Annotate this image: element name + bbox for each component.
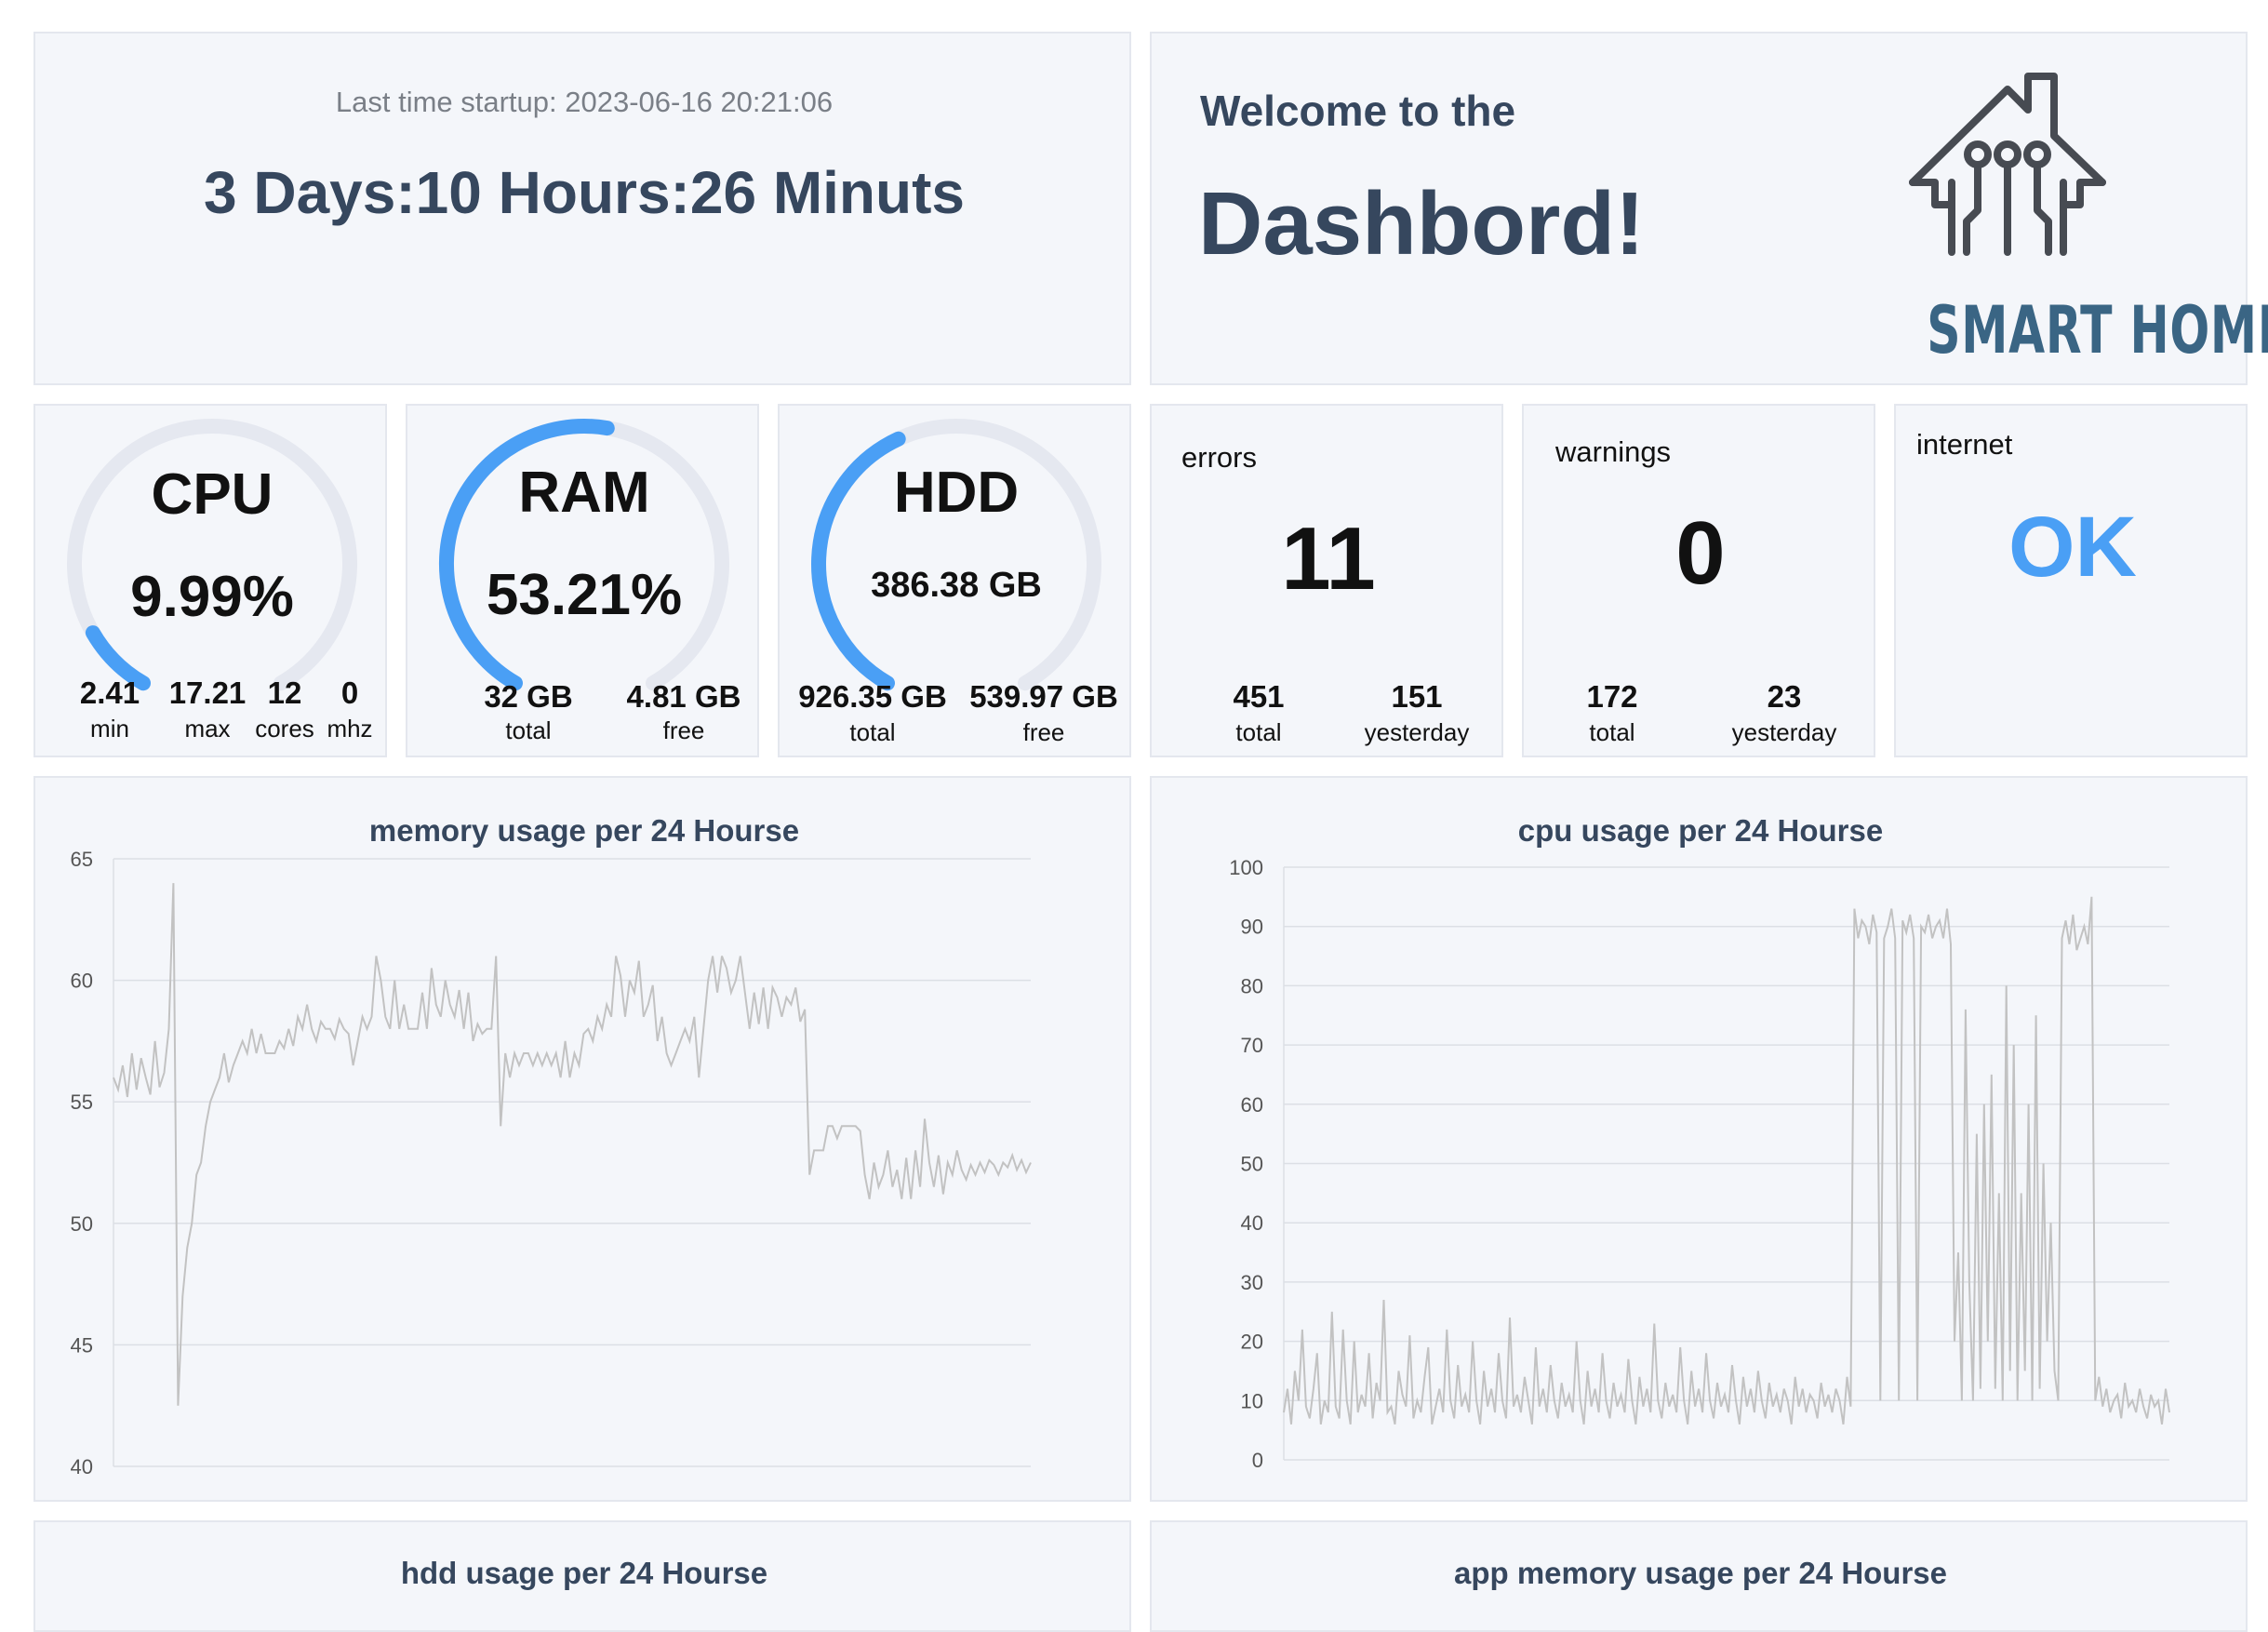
cpu-min-label: min xyxy=(90,715,129,742)
errors-count: 11 xyxy=(1281,509,1376,609)
memory-chart-y-tick-label: 65 xyxy=(71,848,93,871)
hdd-chart-title: hdd usage per 24 Hourse xyxy=(400,1556,768,1590)
startup-label: Last time startup: 2023-06-16 20:21:06 xyxy=(335,86,834,118)
warnings-card: warnings 0 172 total 23 yesterday xyxy=(1522,404,1875,757)
cpu-max-label: max xyxy=(184,715,231,742)
warnings-yesterday-value: 23 xyxy=(1767,679,1802,714)
memory-chart-y-tick-label: 40 xyxy=(71,1455,93,1478)
warnings-total-value: 172 xyxy=(1586,679,1638,714)
errors-total-value: 451 xyxy=(1233,679,1285,714)
internet-status: OK xyxy=(2008,500,2137,595)
cpu-max-value: 17.21 xyxy=(168,676,247,710)
cpu-chart-y-tick-label: 10 xyxy=(1241,1389,1263,1412)
hdd-value: 386.38 GB xyxy=(871,566,1042,605)
internet-label: internet xyxy=(1916,428,2013,461)
ram-free-label: free xyxy=(662,716,705,744)
ram-card: RAM 53.21% 32 GB total 4.81 GB free xyxy=(406,404,759,757)
smart-home-logo: SMART HOME xyxy=(1877,71,2268,378)
errors-yesterday-value: 151 xyxy=(1391,679,1443,714)
ram-total-label: total xyxy=(505,716,552,744)
uptime-card: Last time startup: 2023-06-16 20:21:06 3… xyxy=(33,32,1131,385)
errors-yesterday-label: yesterday xyxy=(1364,718,1470,746)
cpu-chart-y-tick-label: 40 xyxy=(1241,1211,1263,1235)
hdd-free-label: free xyxy=(1022,718,1065,746)
app-memory-chart-title: app memory usage per 24 Hourse xyxy=(1453,1556,1948,1590)
hdd-chart-card: hdd usage per 24 Hourse xyxy=(33,1520,1131,1632)
cpu-chart-y-tick-label: 50 xyxy=(1241,1153,1263,1176)
cpu-chart-y-tick-label: 0 xyxy=(1252,1449,1263,1472)
cpu-cores-value: 12 xyxy=(267,676,302,710)
memory-chart-y-tick-label: 55 xyxy=(71,1090,93,1114)
hdd-free-value: 539.97 GB xyxy=(969,679,1118,714)
cpu-chart: 1009080706050403020100 xyxy=(1229,856,2170,1472)
warnings-label: warnings xyxy=(1555,435,1672,468)
welcome-card: Welcome to the Dashbord! SMART HOME xyxy=(1150,32,2268,385)
cpu-card: CPU 9.99% 2.41 min 17.21 max 12 cores 0 … xyxy=(33,404,387,757)
memory-chart-y-tick-label: 60 xyxy=(71,970,93,993)
hdd-title: HDD xyxy=(893,461,1020,525)
cpu-chart-y-tick-label: 70 xyxy=(1241,1034,1263,1057)
errors-card: errors 11 451 total 151 yesterday xyxy=(1150,404,1503,757)
cpu-chart-y-tick-label: 60 xyxy=(1241,1093,1263,1117)
memory-chart-y-tick-label: 50 xyxy=(71,1212,93,1236)
memory-chart-card: memory usage per 24 Hourse 65 60 55 50 45 40 xyxy=(33,776,1131,1502)
ram-value: 53.21% xyxy=(486,563,683,627)
cpu-chart-card: cpu usage per 24 Hourse 100 90 80 70 60 50 40 3… xyxy=(1150,776,2248,1502)
warnings-total-label: total xyxy=(1589,718,1635,746)
warnings-yesterday-label: yesterday xyxy=(1731,718,1837,746)
cpu-min-value: 2.41 xyxy=(79,676,140,710)
ram-free-value: 4.81 GB xyxy=(626,679,741,714)
welcome-line1: Welcome to the xyxy=(1200,87,1516,135)
warnings-count: 0 xyxy=(1675,503,1726,603)
cpu-value: 9.99% xyxy=(130,565,294,629)
cpu-mhz-label: mhz xyxy=(327,715,373,742)
ram-title: RAM xyxy=(518,461,650,525)
smart-home-text: SMART HOME xyxy=(1927,292,2268,368)
hdd-card: HDD 386.38 GB 926.35 GB total 539.97 GB … xyxy=(778,404,1131,757)
uptime-duration: 3 Days:10 Hours:26 Minuts xyxy=(203,159,966,226)
errors-total-label: total xyxy=(1235,718,1282,746)
cpu-chart-y-tick-label: 30 xyxy=(1241,1271,1263,1294)
cpu-chart-y-tick-label: 100 xyxy=(1229,856,1263,879)
memory-chart-y-tick-label: 45 xyxy=(71,1333,93,1357)
memory-chart-series-line xyxy=(113,883,1032,1406)
internet-card: internet OK xyxy=(1894,404,2248,757)
cpu-chart-y-tick-label: 90 xyxy=(1241,916,1263,939)
cpu-chart-series-line xyxy=(1283,896,2170,1425)
cpu-chart-y-tick-label: 80 xyxy=(1241,974,1263,997)
ram-total-value: 32 GB xyxy=(484,679,573,714)
app-memory-chart-card: app memory usage per 24 Hourse xyxy=(1150,1520,2248,1632)
house-icon xyxy=(1909,73,2106,256)
errors-label: errors xyxy=(1181,441,1257,474)
memory-chart: 65 60 55 50 45 40 xyxy=(71,848,1032,1478)
cpu-title: CPU xyxy=(151,462,273,527)
hdd-total-value: 926.35 GB xyxy=(798,679,947,714)
cpu-chart-y-tick-label: 20 xyxy=(1241,1331,1263,1354)
cpu-cores-label: cores xyxy=(255,715,314,742)
cpu-mhz-value: 0 xyxy=(340,676,359,710)
hdd-total-label: total xyxy=(849,718,896,746)
welcome-title: Dashbord! xyxy=(1198,174,1645,274)
